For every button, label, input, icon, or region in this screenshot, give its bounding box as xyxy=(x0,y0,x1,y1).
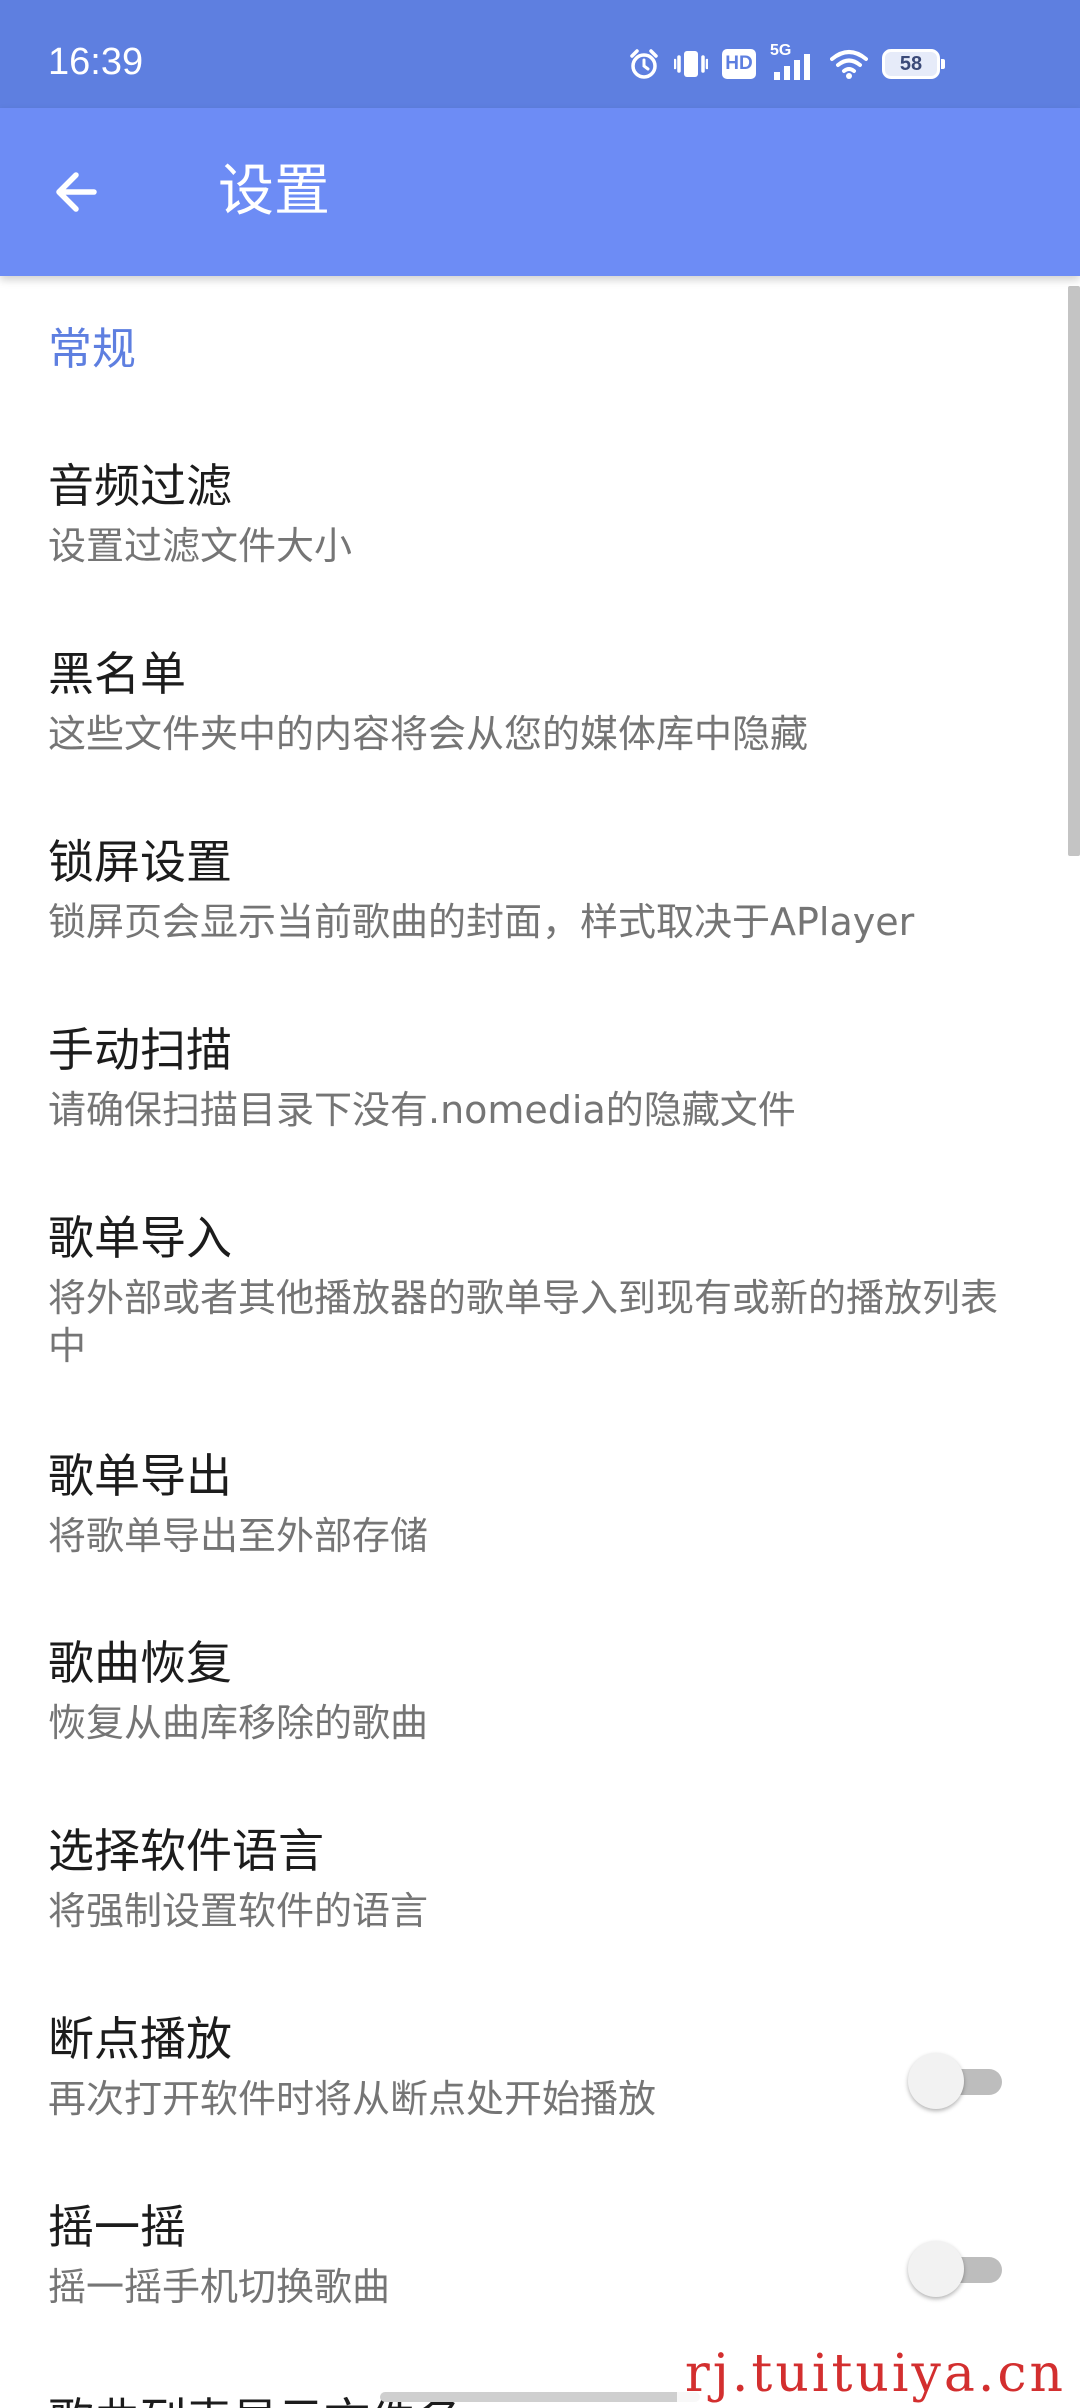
pref-title: 摇一摇 xyxy=(48,2200,186,2254)
switch-thumb xyxy=(908,2053,964,2109)
pref-summary: 设置过滤文件大小 xyxy=(48,524,353,568)
pref-playlist-import[interactable]: 歌单导入 将外部或者其他播放器的歌单导入到现有或新的播放列表中 xyxy=(0,1208,1068,1418)
scrollbar-thumb[interactable] xyxy=(1068,286,1080,856)
pref-summary: 将歌单导出至外部存储 xyxy=(48,1514,429,1558)
pref-title: 锁屏设置 xyxy=(48,835,232,889)
pref-shake[interactable]: 摇一摇 摇一摇手机切换歌曲 xyxy=(0,2197,1068,2357)
shake-switch[interactable] xyxy=(908,2241,1002,2297)
pref-summary: 这些文件夹中的内容将会从您的媒体库中隐藏 xyxy=(48,712,809,756)
resume-playback-switch[interactable] xyxy=(908,2053,1002,2109)
pref-summary: 摇一摇手机切换歌曲 xyxy=(48,2265,391,2309)
pref-summary: 请确保扫描目录下没有.nomedia的隐藏文件 xyxy=(48,1088,796,1132)
pref-title: 歌单导入 xyxy=(48,1211,232,1265)
gesture-nav-handle[interactable] xyxy=(380,2392,700,2402)
pref-resume-playback[interactable]: 断点播放 再次打开软件时将从断点处开始播放 xyxy=(0,2009,1068,2169)
pref-summary: 将强制设置软件的语言 xyxy=(48,1889,429,1933)
pref-title: 断点播放 xyxy=(48,2012,232,2066)
pref-manual-scan[interactable]: 手动扫描 请确保扫描目录下没有.nomedia的隐藏文件 xyxy=(0,1020,1068,1180)
pref-title: 歌单导出 xyxy=(48,1449,232,1503)
wifi-icon xyxy=(830,49,868,79)
section-header-general: 常规 xyxy=(48,324,136,375)
pref-title: 黑名单 xyxy=(48,647,186,701)
pref-language[interactable]: 选择软件语言 将强制设置软件的语言 xyxy=(0,1821,1068,1981)
hd-icon: HD xyxy=(722,49,756,79)
page-title: 设置 xyxy=(218,159,330,224)
pref-title: 手动扫描 xyxy=(48,1023,232,1077)
pref-title: 歌曲恢复 xyxy=(48,1636,232,1690)
app-bar: 设置 xyxy=(0,108,1080,276)
battery-icon: 58 xyxy=(882,49,945,79)
pref-summary: 将外部或者其他播放器的歌单导入到现有或新的播放列表中 xyxy=(48,1276,999,1368)
status-bar: 16:39 HD 5G 58 xyxy=(0,0,1080,108)
back-button[interactable] xyxy=(32,148,120,236)
watermark: rj.tuituiya.cn xyxy=(676,2340,1074,2408)
pref-audio-filter[interactable]: 音频过滤 设置过滤文件大小 xyxy=(0,456,1068,616)
signal-icon: 5G xyxy=(770,42,816,82)
alarm-icon xyxy=(628,48,660,80)
status-icons: HD 5G 58 xyxy=(628,42,945,86)
pref-blacklist[interactable]: 黑名单 这些文件夹中的内容将会从您的媒体库中隐藏 xyxy=(0,644,1068,804)
pref-title: 音频过滤 xyxy=(48,459,232,513)
pref-summary: 再次打开软件时将从断点处开始播放 xyxy=(48,2077,657,2121)
pref-lockscreen[interactable]: 锁屏设置 锁屏页会显示当前歌曲的封面，样式取决于APlayer xyxy=(0,832,1068,992)
vibrate-icon xyxy=(674,48,708,80)
status-time: 16:39 xyxy=(48,41,144,83)
pref-summary: 锁屏页会显示当前歌曲的封面，样式取决于APlayer xyxy=(48,900,915,944)
pref-playlist-export[interactable]: 歌单导出 将歌单导出至外部存储 xyxy=(0,1446,1068,1606)
pref-song-restore[interactable]: 歌曲恢复 恢复从曲库移除的歌曲 xyxy=(0,1633,1068,1793)
settings-list[interactable]: 常规 音频过滤 设置过滤文件大小 黑名单 这些文件夹中的内容将会从您的媒体库中隐… xyxy=(0,276,1080,2408)
pref-title: 选择软件语言 xyxy=(48,1824,324,1878)
switch-thumb xyxy=(908,2241,964,2297)
pref-summary: 恢复从曲库移除的歌曲 xyxy=(48,1701,429,1745)
arrow-left-icon xyxy=(56,172,97,212)
